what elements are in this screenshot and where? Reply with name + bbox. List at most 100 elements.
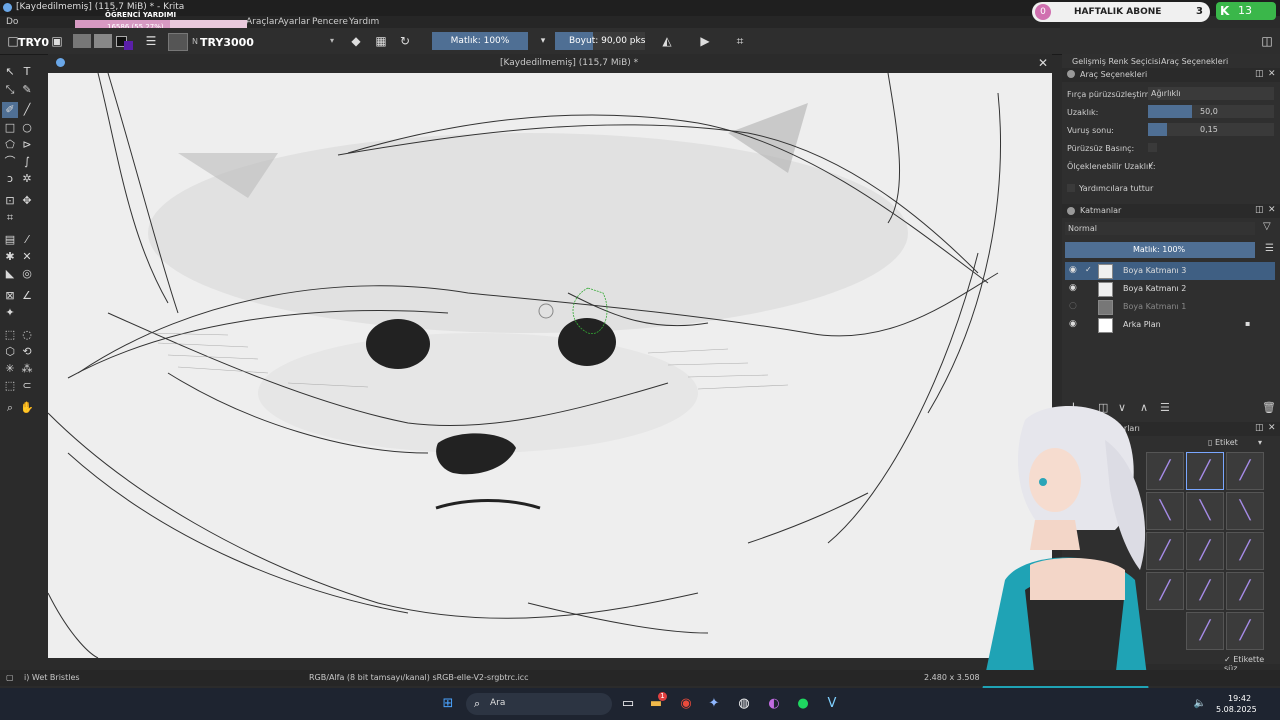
pan-icon[interactable]: ✋: [19, 400, 35, 416]
rectangle-tool-icon[interactable]: □: [2, 120, 18, 136]
eraser-icon[interactable]: ◆: [347, 32, 365, 50]
layer-menu-icon[interactable]: ☰: [1265, 243, 1274, 254]
float-presets-icon[interactable]: ◫: [1255, 423, 1264, 433]
multibrush-icon[interactable]: ✲: [19, 171, 35, 187]
reload-icon[interactable]: ↻: [396, 32, 414, 50]
layer-row[interactable]: ○ Boya Katmanı 1: [1065, 298, 1275, 316]
tag-menu-icon[interactable]: ▾: [1258, 438, 1262, 447]
freehand-select-icon[interactable]: ⟲: [19, 344, 35, 360]
menu-item-window[interactable]: Pencere: [312, 17, 348, 27]
close-presets-icon[interactable]: ✕: [1268, 423, 1276, 433]
close-layers-icon[interactable]: ✕: [1268, 205, 1276, 215]
opacity-slider[interactable]: Matlık: 100%: [432, 32, 528, 50]
gradient-tool-icon[interactable]: ▤: [2, 232, 18, 248]
polyline-tool-icon[interactable]: ⊳: [19, 137, 35, 153]
save-icon[interactable]: ▣: [48, 32, 66, 50]
enclose-fill-icon[interactable]: ◎: [19, 266, 35, 282]
mirror-horizontal-icon[interactable]: ◭: [658, 32, 676, 50]
measure-icon[interactable]: ∠: [19, 288, 35, 304]
similar-select-icon[interactable]: ⁂: [19, 361, 35, 377]
wrap-icon[interactable]: ▶: [696, 32, 714, 50]
filter-icon[interactable]: ▽: [1263, 221, 1271, 232]
blend-mode-dropdown-icon[interactable]: ▾: [330, 36, 334, 45]
rect-select-icon[interactable]: ⬚: [2, 327, 18, 343]
assistants-checkbox[interactable]: [1067, 184, 1075, 192]
obs-icon[interactable]: ◍: [736, 696, 752, 712]
task-view-icon[interactable]: ▭: [620, 696, 636, 712]
pattern-swatch[interactable]: [94, 34, 112, 48]
scalable-distance-checkbox[interactable]: ✓: [1148, 160, 1158, 170]
color-picker-icon[interactable]: ⁄: [19, 232, 35, 248]
move-icon[interactable]: ✥: [19, 193, 35, 209]
brush-preset-tile[interactable]: ╱: [1226, 572, 1264, 610]
docker-toggle-icon[interactable]: ◫: [1258, 32, 1276, 50]
spotify-icon[interactable]: ●: [795, 696, 811, 712]
assistant-tool-icon[interactable]: ✕: [19, 249, 35, 265]
bezier-tool-icon[interactable]: ⌒: [2, 154, 18, 170]
float-docker-icon[interactable]: ◫: [1255, 69, 1264, 79]
speaker-icon[interactable]: 🔈: [1192, 696, 1208, 712]
freehand-path-icon[interactable]: ∫: [19, 154, 35, 170]
app-icon[interactable]: ✦: [706, 696, 722, 712]
layer-opacity-slider[interactable]: Matlık: 100%: [1065, 242, 1255, 258]
brush-preset-icon[interactable]: [168, 33, 188, 51]
menu-item-settings[interactable]: Ayarlar: [278, 17, 310, 27]
brush-preset-tile[interactable]: ╲: [1226, 492, 1264, 530]
layer-row[interactable]: ◉ ✓ Boya Katmanı 3: [1065, 262, 1275, 280]
chrome-icon[interactable]: ◉: [678, 696, 694, 712]
windows-start-icon[interactable]: ⊞: [440, 696, 456, 712]
smooth-pressure-checkbox[interactable]: [1148, 143, 1157, 152]
brush-preset-tile[interactable]: ╱: [1226, 452, 1264, 490]
ellipse-tool-icon[interactable]: ○: [19, 120, 35, 136]
ellipse-select-icon[interactable]: ◌: [19, 327, 35, 343]
smoothing-dropdown[interactable]: Ağırlıklı: [1148, 87, 1274, 100]
tab-advanced-color-selector[interactable]: Gelişmiş Renk Seçicisi: [1072, 57, 1160, 66]
visibility-eye-icon[interactable]: ◉: [1069, 265, 1077, 275]
menu-item-file[interactable]: Do: [6, 17, 18, 27]
list-icon[interactable]: ☰: [142, 32, 160, 50]
brush-preset-tile[interactable]: ╱: [1226, 612, 1264, 650]
visibility-eye-icon[interactable]: ◉: [1069, 319, 1077, 329]
lock-icon[interactable]: ▪: [1245, 319, 1250, 328]
reference-icon[interactable]: ✦: [2, 305, 18, 321]
float-layers-icon[interactable]: ◫: [1255, 205, 1264, 215]
tag-label[interactable]: ▯ Etiket: [1208, 438, 1238, 447]
edit-shape-icon[interactable]: ⤡: [2, 82, 18, 98]
drawing-canvas[interactable]: [48, 73, 1052, 658]
crop-icon[interactable]: ⌗: [731, 32, 749, 50]
assistant-grid-icon[interactable]: ⊠: [2, 288, 18, 304]
stroke-end-slider[interactable]: 0,15: [1148, 123, 1274, 136]
krita-taskbar-icon[interactable]: ◐: [766, 696, 782, 712]
crop-tool-icon[interactable]: ⌗: [2, 210, 18, 226]
line-tool-icon[interactable]: ╱: [19, 102, 35, 118]
polygon-select-icon[interactable]: ⬡: [2, 344, 18, 360]
layer-row[interactable]: ◉ Arka Plan ▪: [1065, 316, 1275, 334]
freehand-brush-icon[interactable]: ✐: [2, 102, 18, 118]
background-color-swatch[interactable]: [124, 41, 133, 50]
select-shape-icon[interactable]: ↖: [2, 64, 18, 80]
distance-slider[interactable]: 50,0: [1148, 105, 1274, 118]
visibility-hidden-icon[interactable]: ○: [1069, 301, 1077, 311]
calligraphy-icon[interactable]: ✎: [19, 82, 35, 98]
visibility-eye-icon[interactable]: ◉: [1069, 283, 1077, 293]
menu-item-help[interactable]: Yardım: [349, 17, 379, 27]
tab-tool-options[interactable]: Araç Seçenekleri: [1161, 57, 1228, 66]
text-tool-icon[interactable]: T: [19, 64, 35, 80]
polygon-tool-icon[interactable]: ⬠: [2, 137, 18, 153]
dynamic-brush-icon[interactable]: ↄ: [2, 171, 18, 187]
smart-patch-icon[interactable]: ✱: [2, 249, 18, 265]
taskbar-search-box[interactable]: ⌕ Ara: [466, 693, 612, 715]
bezier-select-icon[interactable]: ⬚: [2, 378, 18, 394]
menu-item-tools[interactable]: Araçlar: [246, 17, 278, 27]
transform-icon[interactable]: ⊡: [2, 193, 18, 209]
chevron-down-icon[interactable]: ▾: [534, 32, 552, 50]
close-docker-icon[interactable]: ✕: [1268, 69, 1276, 79]
zoom-icon[interactable]: ⌕: [2, 400, 18, 416]
layer-row[interactable]: ◉ Boya Katmanı 2: [1065, 280, 1275, 298]
brush-preset-tile[interactable]: ╱: [1226, 532, 1264, 570]
magnetic-select-icon[interactable]: ⊂: [19, 378, 35, 394]
fill-tool-icon[interactable]: ◣: [2, 266, 18, 282]
vtube-icon[interactable]: V: [824, 696, 840, 712]
delete-layer-icon[interactable]: 🗑: [1262, 401, 1276, 414]
alpha-lock-icon[interactable]: ▦: [372, 32, 390, 50]
